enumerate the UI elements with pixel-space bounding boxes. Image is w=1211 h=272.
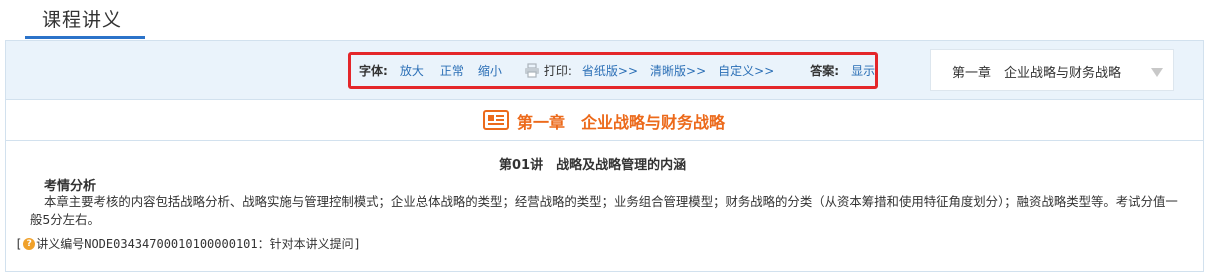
chapter-heading-row: 第一章 企业战略与财务战略	[6, 100, 1203, 141]
chevron-down-icon	[1151, 68, 1163, 77]
active-tab-underline	[25, 36, 145, 39]
font-smaller-link[interactable]: 缩小	[478, 62, 502, 79]
chapter-heading: 第一章 企业战略与财务战略	[517, 113, 726, 132]
answer-show-link[interactable]: 显示	[851, 62, 875, 79]
font-normal-link[interactable]: 正常	[440, 62, 464, 79]
print-paper-saving-link[interactable]: 省纸版>>	[582, 62, 638, 79]
ask-question-link[interactable]: 讲义编号NODE03434700010100000101：针对本讲义提问	[36, 235, 353, 252]
lecture-note: [ ? 讲义编号NODE03434700010100000101：针对本讲义提问…	[15, 235, 361, 252]
font-size-label: 字体:	[359, 64, 388, 78]
toolbar-controls: 字体: 放大 正常 缩小 打印: 省纸版>> 清晰版>> 自定义>> 答案: 显…	[348, 52, 878, 89]
chapter-select[interactable]: 第一章 企业战略与财务战略	[930, 49, 1174, 91]
note-bracket-close: ]	[353, 236, 361, 251]
printer-icon	[524, 63, 540, 78]
page-header: 课程讲义	[0, 0, 1211, 40]
book-list-icon	[483, 110, 509, 130]
section-heading: 考情分析	[44, 179, 97, 194]
toolbar: 字体: 放大 正常 缩小 打印: 省纸版>> 清晰版>> 自定义>> 答案: 显…	[6, 41, 1203, 100]
lecture-panel: 字体: 放大 正常 缩小 打印: 省纸版>> 清晰版>> 自定义>> 答案: 显…	[5, 40, 1204, 272]
answer-label: 答案:	[810, 64, 840, 78]
print-label: 打印:	[543, 64, 572, 78]
font-larger-link[interactable]: 放大	[400, 62, 424, 79]
lecture-body-text: 本章主要考核的内容包括战略分析、战略实施与管理控制模式；企业总体战略的类型；经营…	[30, 194, 1178, 227]
print-custom-link[interactable]: 自定义>>	[718, 62, 774, 79]
print-clear-link[interactable]: 清晰版>>	[650, 62, 706, 79]
question-icon: ?	[23, 237, 36, 250]
lecture-title: 第01讲 战略及战略管理的内涵	[499, 158, 687, 173]
page-title: 课程讲义	[42, 9, 123, 31]
chapter-select-value: 第一章 企业战略与财务战略	[952, 66, 1122, 81]
note-bracket-open: [	[15, 236, 23, 251]
